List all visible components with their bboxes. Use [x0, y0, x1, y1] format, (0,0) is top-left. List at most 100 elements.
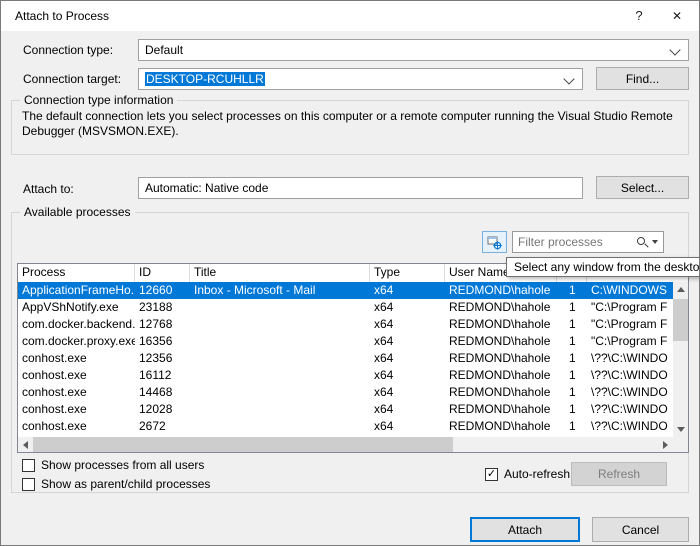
filter-dropdown-icon[interactable]: [652, 240, 658, 244]
cell-process: conhost.exe: [22, 351, 87, 365]
cell-id: 14468: [139, 385, 173, 399]
checkbox-label: Show processes from all users: [41, 458, 205, 472]
cell-session: 1: [569, 385, 576, 399]
column-header-type[interactable]: Type: [370, 264, 445, 282]
cell-process: ApplicationFrameHo...: [22, 283, 135, 297]
cell-title: [190, 384, 370, 401]
cell-user-name: REDMOND\hahole: [449, 334, 551, 348]
cell-id: 12768: [139, 317, 173, 331]
table-row[interactable]: conhost.exe 14468 x64 REDMOND\hahole 1 \…: [18, 384, 673, 401]
column-header-title[interactable]: Title: [190, 264, 370, 282]
find-button[interactable]: Find...: [596, 67, 689, 90]
help-button[interactable]: ?: [623, 1, 655, 31]
connection-info-group-title: Connection type information: [20, 93, 178, 107]
auto-refresh-checkbox[interactable]: ✓ Auto-refresh: [485, 467, 570, 481]
cell-process: com.docker.backend...: [22, 317, 135, 331]
attach-to-field[interactable]: Automatic: Native code: [138, 177, 583, 199]
find-button-label: Find...: [625, 71, 660, 86]
cell-type: x64: [374, 351, 394, 365]
vertical-scrollbar[interactable]: [673, 282, 688, 437]
titlebar: Attach to Process ? ✕: [1, 1, 699, 31]
cell-process: conhost.exe: [22, 402, 87, 416]
cell-id: 12028: [139, 402, 173, 416]
column-header-process[interactable]: Process: [18, 264, 135, 282]
cell-title: Inbox - Microsoft - Mail: [194, 283, 316, 297]
cell-id: 12356: [139, 351, 173, 365]
checkbox-box-checked: ✓: [485, 467, 498, 481]
scroll-down-icon[interactable]: [673, 422, 688, 437]
cell-user-name: REDMOND\hahole: [449, 317, 551, 331]
table-row[interactable]: ApplicationFrameHo... 12660 Inbox - Micr…: [18, 282, 673, 299]
connection-type-label: Connection type:: [23, 43, 114, 57]
checkbox-label: Show as parent/child processes: [41, 477, 211, 491]
cell-session: 1: [569, 283, 576, 297]
filter-processes-input[interactable]: [513, 234, 636, 250]
cell-process: com.docker.proxy.exe: [22, 334, 135, 348]
process-table: Process ID Title Type User Name Applicat…: [17, 263, 689, 453]
process-table-rows: ApplicationFrameHo... 12660 Inbox - Micr…: [18, 282, 673, 437]
cell-id: 16356: [139, 334, 173, 348]
cell-type: x64: [374, 317, 394, 331]
cell-type: x64: [374, 334, 394, 348]
table-row[interactable]: conhost.exe 12356 x64 REDMOND\hahole 1 \…: [18, 350, 673, 367]
available-processes-group-title: Available processes: [20, 205, 135, 219]
cell-id: 12660: [139, 283, 173, 297]
table-row[interactable]: conhost.exe 2672 x64 REDMOND\hahole 1 \?…: [18, 418, 673, 435]
cell-title: [190, 333, 370, 350]
cell-user-name: REDMOND\hahole: [449, 419, 551, 433]
cell-session: 1: [569, 402, 576, 416]
checkbox-box: [22, 477, 35, 491]
connection-info-text: The default connection lets you select p…: [22, 109, 673, 138]
cell-title: [190, 299, 370, 316]
cell-title: [190, 418, 370, 435]
window-picker-button[interactable]: [482, 231, 507, 253]
scroll-up-icon[interactable]: [673, 282, 688, 297]
vertical-scroll-thumb[interactable]: [673, 299, 688, 341]
scroll-left-icon[interactable]: [18, 437, 33, 452]
scroll-right-icon[interactable]: [658, 437, 673, 452]
cell-user-name: REDMOND\hahole: [449, 300, 551, 314]
horizontal-scroll-thumb[interactable]: [33, 437, 453, 452]
cell-type: x64: [374, 368, 394, 382]
select-button[interactable]: Select...: [596, 176, 689, 199]
cell-path: "C:\Program F: [591, 300, 668, 314]
cell-user-name: REDMOND\hahole: [449, 368, 551, 382]
cancel-button[interactable]: Cancel: [592, 517, 689, 542]
table-row[interactable]: com.docker.proxy.exe 16356 x64 REDMOND\h…: [18, 333, 673, 350]
table-row[interactable]: conhost.exe 12028 x64 REDMOND\hahole 1 \…: [18, 401, 673, 418]
dialog-title: Attach to Process: [15, 9, 110, 23]
connection-type-dropdown[interactable]: Default: [138, 39, 689, 61]
cell-type: x64: [374, 385, 394, 399]
cell-path: "C:\Program F: [591, 317, 668, 331]
attach-button[interactable]: Attach: [470, 517, 580, 542]
cell-user-name: REDMOND\hahole: [449, 385, 551, 399]
cell-path: "C:\Program F: [591, 334, 668, 348]
table-row[interactable]: com.docker.backend... 12768 x64 REDMOND\…: [18, 316, 673, 333]
connection-target-combo[interactable]: DESKTOP-RCUHLLR: [138, 68, 583, 90]
cell-session: 1: [569, 351, 576, 365]
column-header-id[interactable]: ID: [135, 264, 190, 282]
cell-path: \??\C:\WINDO: [591, 385, 668, 399]
checkbox-label: Auto-refresh: [504, 467, 571, 481]
cell-process: conhost.exe: [22, 419, 87, 433]
connection-target-label: Connection target:: [23, 72, 122, 86]
select-button-label: Select...: [620, 180, 665, 195]
horizontal-scrollbar[interactable]: [18, 437, 673, 452]
table-row[interactable]: conhost.exe 16112 x64 REDMOND\hahole 1 \…: [18, 367, 673, 384]
table-row[interactable]: AppVShNotify.exe 23188 x64 REDMOND\hahol…: [18, 299, 673, 316]
show-all-users-checkbox[interactable]: Show processes from all users: [22, 458, 204, 472]
filter-processes-box: [512, 231, 664, 253]
cell-path: \??\C:\WINDO: [591, 402, 668, 416]
cell-path: \??\C:\WINDO: [591, 419, 668, 433]
cell-id: 23188: [139, 300, 173, 314]
refresh-button[interactable]: Refresh: [571, 462, 667, 486]
cell-id: 16112: [139, 368, 172, 382]
cell-user-name: REDMOND\hahole: [449, 351, 551, 365]
show-parent-child-checkbox[interactable]: Show as parent/child processes: [22, 477, 210, 491]
cell-title: [190, 367, 370, 384]
cell-user-name: REDMOND\hahole: [449, 283, 551, 297]
cell-session: 1: [569, 334, 576, 348]
close-button[interactable]: ✕: [661, 1, 693, 31]
cell-process: conhost.exe: [22, 385, 87, 399]
cell-path: \??\C:\WINDO: [591, 351, 668, 365]
